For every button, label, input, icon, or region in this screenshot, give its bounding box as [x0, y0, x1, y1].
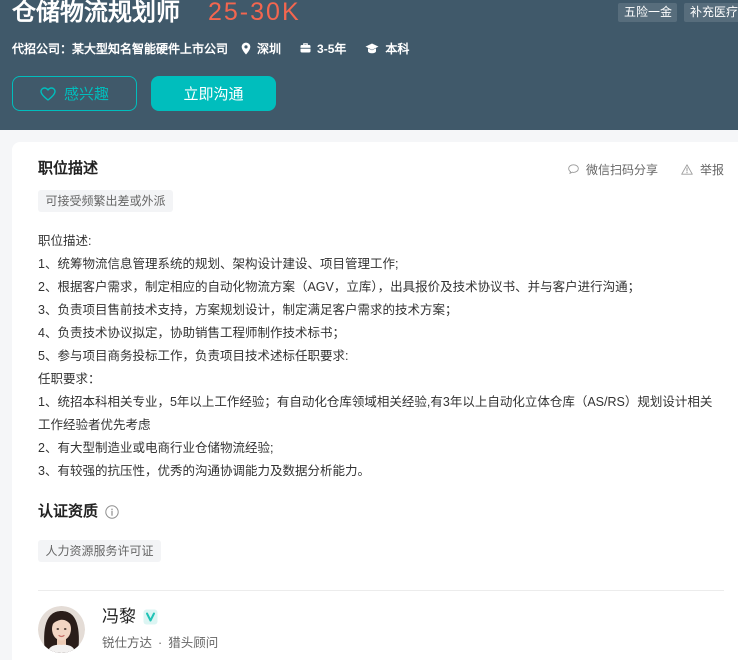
interest-button-label: 感兴趣 — [63, 86, 109, 103]
description-line: 职位描述: — [38, 234, 92, 248]
description-line: 1、统招本科相关专业，5年以上工作经验；有自动化仓库领域相关经验,有3年以上自动… — [38, 395, 713, 432]
recruiter-title: 猎头顾问 — [168, 636, 219, 650]
job-actions: 微信扫码分享 举报 — [568, 158, 724, 180]
benefit-tags: 五险一金 补充医疗 — [618, 3, 738, 22]
wechat-share-button[interactable]: 微信扫码分享 — [568, 161, 658, 178]
report-label: 举报 — [699, 162, 724, 177]
job-description-text: 职位描述: 1、统筹物流信息管理系统的规划、架构设计建设、项目管理工作; 2、根… — [38, 230, 718, 483]
location-text: 深圳 — [257, 41, 282, 56]
job-keyword-tag: 可接受频繁出差或外派 — [38, 190, 174, 212]
job-location: 深圳 — [241, 40, 281, 57]
chat-bubble-icon — [568, 164, 579, 174]
chat-now-button[interactable]: 立即沟通 — [151, 76, 276, 111]
client-company-name: 某大型知名智能硬件上市公司 — [72, 41, 229, 56]
description-line: 1、统筹物流信息管理系统的规划、架构设计建设、项目管理工作; — [38, 257, 399, 271]
benefit-tag: 补充医疗 — [684, 3, 738, 22]
recruiter-info: 锐仕方达 · 猎头顾问 — [102, 634, 218, 652]
certification-heading-text: 认证资质 — [38, 503, 99, 520]
recruiter-name: 冯黎 — [102, 607, 136, 626]
separator-dot: · — [158, 636, 163, 650]
job-title: 仓储物流规划师 — [12, 0, 180, 26]
report-button[interactable]: 举报 — [681, 161, 724, 178]
job-meta: 代招公司： 某大型知名智能硬件上市公司 深圳 3-5年 本科 — [12, 38, 409, 58]
heart-icon — [40, 86, 56, 101]
job-description-heading-text: 职位描述 — [38, 160, 99, 177]
description-line: 3、有较强的抗压性，优秀的沟通协调能力及数据分析能力。 — [38, 464, 370, 478]
wechat-share-label: 微信扫码分享 — [585, 162, 658, 177]
divider — [38, 590, 724, 591]
recruiter-avatar — [38, 606, 85, 653]
graduation-cap-icon — [365, 43, 379, 53]
recruiter-name-row: 冯黎 — [102, 606, 158, 628]
info-circle-icon[interactable] — [105, 505, 119, 519]
warning-triangle-icon — [681, 163, 693, 175]
verified-badge-icon — [143, 609, 158, 625]
description-line: 2、有大型制造业或电商行业仓储物流经验; — [38, 441, 274, 455]
agent-company-label: 代招公司： — [12, 41, 73, 56]
action-buttons: 感兴趣 立即沟通 — [12, 76, 276, 111]
job-banner: 仓储物流规划师 25-30K 五险一金 补充医疗 代招公司： 某大型知名智能硬件… — [0, 0, 738, 130]
description-line: 5、参与项目商务投标工作，负责项目技术述标任职要求: — [38, 349, 349, 363]
location-pin-icon — [241, 42, 251, 54]
job-detail-card: 职位描述 微信扫码分享 举报 可接受频繁出差或外派 职位描述: 1、统筹物流信息… — [12, 142, 738, 660]
title-row: 仓储物流规划师 25-30K — [12, 0, 301, 27]
description-line: 2、根据客户需求，制定相应的自动化物流方案（AGV，立库），出具报价及技术协议书… — [38, 280, 641, 294]
recruiter-company: 锐仕方达 — [102, 636, 153, 650]
certification-heading: 认证资质 — [38, 501, 119, 523]
avatar-photo — [38, 606, 85, 653]
certification-tag[interactable]: 人力资源服务许可证 — [38, 540, 162, 562]
education-text: 本科 — [385, 41, 410, 56]
description-line: 3、负责项目售前技术支持，方案规划设计，制定满足客户需求的技术方案； — [38, 303, 458, 317]
benefit-tag: 五险一金 — [618, 3, 678, 22]
salary: 25-30K — [208, 0, 301, 26]
job-description-heading: 职位描述 — [38, 158, 98, 180]
description-line: 4、负责技术协议拟定，协助销售工程师制作技术标书； — [38, 326, 345, 340]
interest-button[interactable]: 感兴趣 — [12, 76, 137, 111]
chat-now-button-label: 立即沟通 — [183, 86, 244, 103]
description-line: 任职要求： — [38, 372, 101, 386]
job-experience: 3-5年 — [300, 40, 346, 57]
briefcase-icon — [300, 43, 311, 53]
experience-text: 3-5年 — [317, 41, 347, 56]
job-education: 本科 — [365, 40, 409, 57]
